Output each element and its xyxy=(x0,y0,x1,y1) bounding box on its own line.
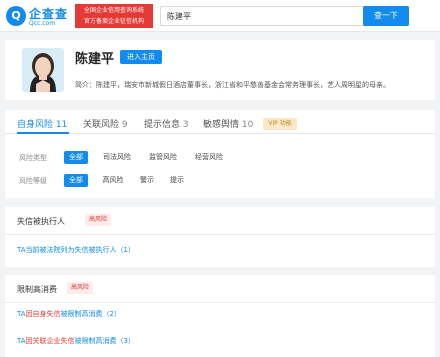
tab-own-risk-count: 11 xyxy=(55,120,68,130)
tab-sensitive-news-label: 敏感舆情 xyxy=(203,120,240,130)
risk-type-label: 风险类型 xyxy=(19,154,47,162)
tab-hint-info[interactable]: 提示信息 3 xyxy=(144,117,189,130)
list-item[interactable]: TA当前被法院列为失信被执行人（1） xyxy=(17,245,135,255)
section-title: 限制高消费 xyxy=(17,285,57,294)
risk-panel: 自身风险 11 关联风险 9 提示信息 3 敏感舆情 10 VIP 功能 风险类… xyxy=(5,110,435,198)
risk-level-warning-chip[interactable]: 警示 xyxy=(135,174,159,187)
avatar xyxy=(22,48,64,92)
list-item-count: （1） xyxy=(116,246,135,254)
list-item-highlight: 因自身失信 xyxy=(25,310,61,318)
risk-level-notice-chip[interactable]: 提示 xyxy=(165,174,189,187)
risk-level-high-chip[interactable]: 高风险 xyxy=(97,174,129,187)
list-item-text: TA当前被法院列为失信被执行人 xyxy=(17,246,117,254)
high-risk-badge: 高风险 xyxy=(67,282,94,294)
consumption-restriction-section: 限制高消费 高风险 TA因自身失信被限制高消费（2） TA因关联企业失信被限制高… xyxy=(5,275,435,357)
vip-feature-badge[interactable]: VIP 功能 xyxy=(263,118,297,130)
logo-icon[interactable]: Q xyxy=(6,6,26,26)
list-item[interactable]: TA因自身失信被限制高消费（2） xyxy=(17,309,121,319)
list-item[interactable]: TA因关联企业失信被限制高消费（3） xyxy=(17,336,135,346)
divider xyxy=(5,302,435,303)
list-item-prefix: TA xyxy=(17,310,26,318)
official-tag-line2: 官方备案企业征信机构 xyxy=(83,18,144,25)
tab-hint-info-count: 3 xyxy=(182,120,189,130)
high-risk-badge: 高风险 xyxy=(85,214,112,226)
tab-hint-info-label: 提示信息 xyxy=(144,120,181,130)
tab-own-risk[interactable]: 自身风险 11 xyxy=(17,117,67,130)
logo-subtitle: Qcc.com xyxy=(29,20,56,27)
tab-related-risk[interactable]: 关联风险 9 xyxy=(83,117,128,130)
person-name: 陈建平 xyxy=(75,52,115,67)
list-item-count: （2） xyxy=(102,310,121,318)
risk-type-judicial-chip[interactable]: 司法风险 xyxy=(97,151,137,164)
top-header: Q 企查查 Qcc.com 全国企业信用查询系统 官方备案企业征信机构 陈建平 … xyxy=(0,0,440,32)
risk-level-label: 风险等级 xyxy=(19,177,47,185)
risk-tabs: 自身风险 11 关联风险 9 提示信息 3 敏感舆情 10 VIP 功能 xyxy=(5,110,435,134)
section-title: 失信被执行人 xyxy=(17,217,65,226)
risk-type-all-chip[interactable]: 全部 xyxy=(64,151,88,164)
list-item-suffix: 被限制高消费 xyxy=(74,337,117,345)
official-tag-line1: 全国企业信用查询系统 xyxy=(83,7,144,14)
divider xyxy=(5,234,435,235)
list-item-suffix: 被限制高消费 xyxy=(60,310,103,318)
risk-level-all-chip[interactable]: 全部 xyxy=(64,174,88,187)
list-item-count: （3） xyxy=(116,337,135,345)
person-card: 陈建平 进入主页 简介：陈建平，瑞安市新城假日酒店董事长，浙江省和平慈善基金会常… xyxy=(5,40,435,100)
tab-related-risk-count: 9 xyxy=(121,120,128,130)
active-tab-underline xyxy=(17,132,69,134)
person-intro: 简介：陈建平，瑞安市新城假日酒店董事长，浙江省和平慈善基金会常务理事长，艺人周明… xyxy=(75,81,390,89)
official-tag: 全国企业信用查询系统 官方备案企业征信机构 xyxy=(75,4,153,28)
search-button[interactable]: 查一下 xyxy=(363,6,409,26)
dishonest-executee-section: 失信被执行人 高风险 TA当前被法院列为失信被执行人（1） xyxy=(5,207,435,267)
tab-sensitive-news-count: 10 xyxy=(241,120,254,130)
tab-sensitive-news[interactable]: 敏感舆情 10 xyxy=(203,117,253,130)
avatar-portrait-icon xyxy=(22,48,64,92)
enter-homepage-button[interactable]: 进入主页 xyxy=(120,50,162,64)
risk-type-operating-chip[interactable]: 经营风险 xyxy=(189,151,229,164)
list-item-highlight: 因关联企业失信 xyxy=(25,337,75,345)
search-input[interactable]: 陈建平 × xyxy=(160,6,380,26)
list-item-prefix: TA xyxy=(17,337,26,345)
search-input-value[interactable]: 陈建平 xyxy=(167,11,191,22)
tab-related-risk-label: 关联风险 xyxy=(83,120,120,130)
risk-type-regulatory-chip[interactable]: 监管风险 xyxy=(143,151,183,164)
tab-own-risk-label: 自身风险 xyxy=(17,120,54,130)
